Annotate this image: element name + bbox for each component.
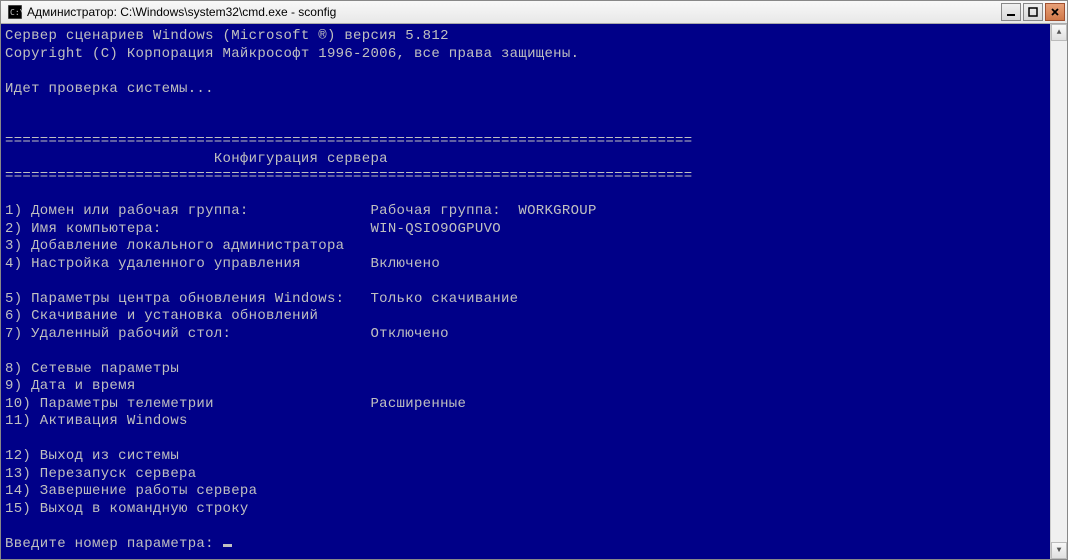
minimize-button[interactable] bbox=[1001, 3, 1021, 21]
client-area: Сервер сценариев Windows (Microsoft ®) в… bbox=[1, 24, 1067, 559]
command-prompt-window: C:\ Администратор: C:\Windows\system32\c… bbox=[0, 0, 1068, 560]
svg-text:C:\: C:\ bbox=[10, 8, 22, 17]
console-output[interactable]: Сервер сценариев Windows (Microsoft ®) в… bbox=[1, 24, 1050, 559]
cmd-icon: C:\ bbox=[7, 4, 23, 20]
close-button[interactable] bbox=[1045, 3, 1065, 21]
titlebar[interactable]: C:\ Администратор: C:\Windows\system32\c… bbox=[1, 1, 1067, 24]
scroll-track[interactable] bbox=[1051, 41, 1067, 542]
scroll-up-button[interactable]: ▲ bbox=[1051, 24, 1067, 41]
vertical-scrollbar[interactable]: ▲ ▼ bbox=[1050, 24, 1067, 559]
maximize-button[interactable] bbox=[1023, 3, 1043, 21]
scroll-down-button[interactable]: ▼ bbox=[1051, 542, 1067, 559]
window-controls bbox=[1001, 3, 1065, 21]
text-cursor bbox=[223, 544, 232, 547]
window-title: Администратор: C:\Windows\system32\cmd.e… bbox=[27, 5, 1001, 19]
